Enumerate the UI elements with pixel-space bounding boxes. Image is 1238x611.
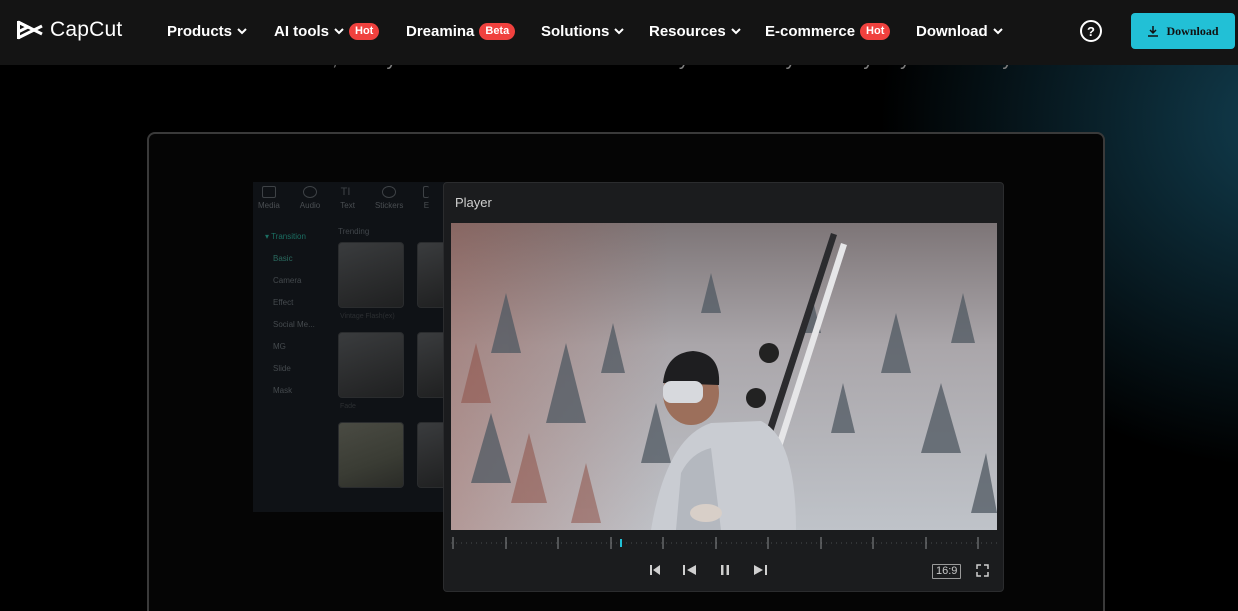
sidebar-item-social-media[interactable]: Social Me... [273,320,315,342]
sidebar-section-transition[interactable]: ▾ Transition [265,232,315,254]
step-forward-icon[interactable] [752,563,768,577]
tab-effects[interactable]: E [423,186,430,210]
skier-video-frame [451,223,997,530]
fullscreen-icon[interactable] [976,564,989,577]
nav-label: Resources [649,22,726,40]
audio-icon [303,186,318,198]
beta-badge: Beta [479,22,516,40]
effects-icon [423,186,430,198]
timeline-ruler[interactable] [451,537,997,549]
chevron-down-icon [731,28,741,35]
sidebar-item-slide[interactable]: Slide [273,364,315,386]
thumbnail-label: Fade [340,403,356,410]
chevron-down-icon [237,28,247,35]
transition-thumbnail[interactable] [338,422,404,488]
trending-label: Trending [338,227,370,236]
tab-label: Text [340,201,355,210]
nav-item-dreamina[interactable]: Dreamina Beta [406,21,516,41]
nav-label: E-commerce [765,22,856,40]
nav-item-download[interactable]: Download [916,21,1003,41]
download-button[interactable]: Download [1131,13,1235,49]
tab-label: Stickers [374,201,404,210]
stickers-icon [382,186,397,198]
tab-media[interactable]: Media [258,186,280,210]
sidebar-item-mg[interactable]: MG [273,342,315,364]
sidebar-item-mask[interactable]: Mask [273,386,315,408]
tab-text[interactable]: TI Text [340,186,355,210]
nav-label: Dreamina [406,22,475,40]
tab-stickers[interactable]: Stickers [375,186,403,210]
video-preview[interactable] [451,223,997,530]
tab-label: Media [258,201,280,210]
transition-thumbnail[interactable] [338,242,404,308]
hot-badge: Hot [860,22,891,40]
sidebar-item-camera[interactable]: Camera [273,276,315,298]
thumbnail-label: Vintage Flash(ex) [340,313,395,320]
download-icon [1148,26,1159,37]
aspect-ratio-button[interactable]: 16:9 [932,564,962,579]
tab-label: E [423,201,430,210]
editor-tabs: Media Audio TI Text Stickers E [258,186,430,210]
capcut-logo[interactable]: CapCut [16,18,122,42]
skip-back-icon[interactable] [648,563,662,577]
video-player: Player 16:9 [443,182,1004,592]
nav-item-products[interactable]: Products [167,21,247,41]
nav-item-solutions[interactable]: Solutions [541,21,625,41]
nav-label: Solutions [541,22,610,40]
nav-label: Products [167,22,233,40]
transition-thumbnail[interactable] [338,332,404,398]
sidebar-item-basic[interactable]: Basic [273,254,315,276]
nav-label: AI tools [274,22,329,40]
tab-label: Audio [299,201,321,210]
help-icon[interactable]: ? [1080,20,1102,42]
media-icon [261,186,276,198]
player-title: Player [455,195,492,210]
hot-badge: Hot [349,22,380,40]
download-button-label: Download [1166,23,1219,38]
transition-sidebar: ▾ Transition Basic Camera Effect Social … [265,232,315,408]
tab-audio[interactable]: Audio [300,186,320,210]
capcut-logo-icon [17,20,43,40]
chevron-down-icon [992,28,1003,35]
logo-text: CapCut [50,18,123,41]
top-nav: CapCut Products AI tools Hot Dreamina Be… [0,0,1238,65]
nav-label: Download [916,22,988,40]
pause-icon[interactable] [718,563,732,577]
nav-item-resources[interactable]: Resources [649,21,741,41]
nav-item-ai-tools[interactable]: AI tools Hot [274,21,380,41]
nav-item-ecommerce[interactable]: E-commerce Hot [765,21,891,41]
chevron-down-icon [614,28,625,35]
step-back-icon[interactable] [682,563,698,577]
sidebar-item-effect[interactable]: Effect [273,298,315,320]
chevron-down-icon [334,28,344,35]
player-controls: 16:9 [444,561,1005,583]
